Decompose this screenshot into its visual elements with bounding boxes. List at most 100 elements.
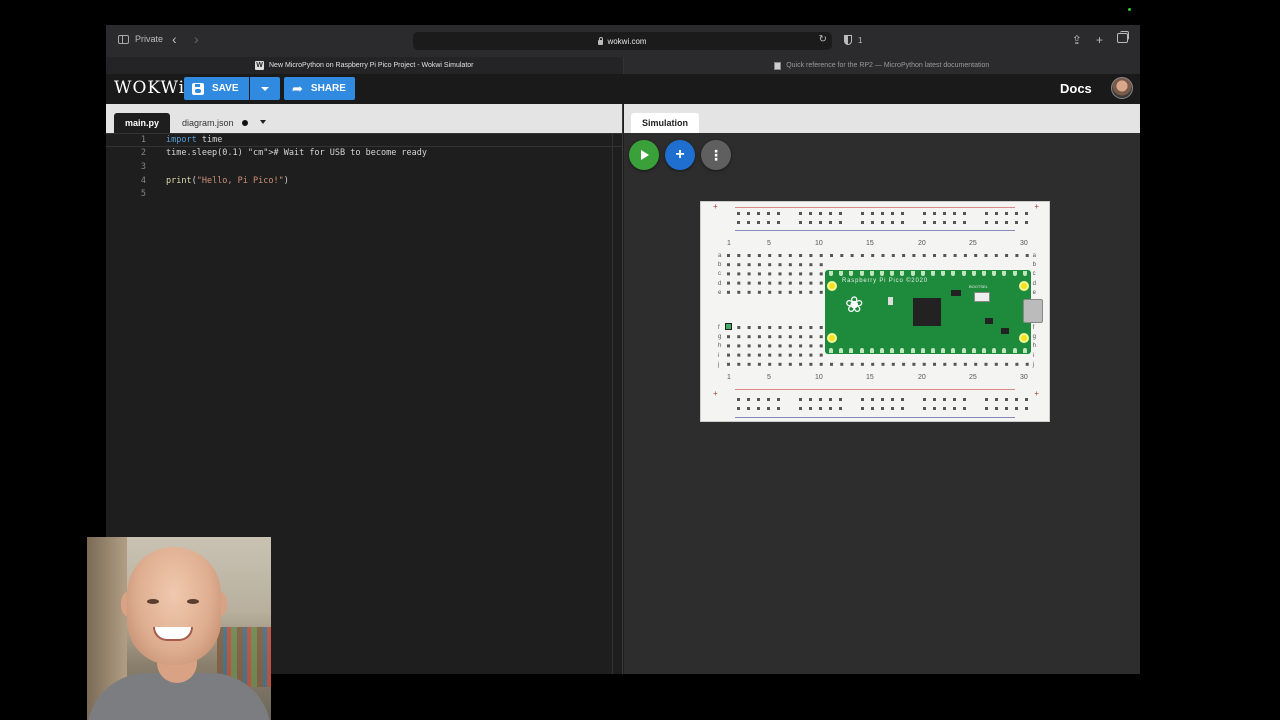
breadboard-hole[interactable]: [963, 221, 966, 224]
pico-pin[interactable]: [900, 271, 905, 276]
breadboard-hole[interactable]: [778, 281, 782, 285]
breadboard-hole[interactable]: [840, 254, 844, 257]
breadboard-hole[interactable]: [737, 254, 741, 257]
breadboard-hole[interactable]: [727, 272, 730, 276]
breadboard-hole[interactable]: [860, 362, 864, 366]
breadboard-hole[interactable]: [757, 398, 760, 401]
breadboard-hole[interactable]: [778, 263, 782, 267]
pico-pin[interactable]: [971, 271, 976, 276]
pico-pin[interactable]: [869, 271, 874, 276]
breadboard-hole[interactable]: [1015, 254, 1019, 257]
privacy-report[interactable]: 1: [844, 35, 862, 45]
breadboard-hole[interactable]: [953, 212, 956, 215]
reload-icon[interactable]: ↻: [819, 34, 827, 45]
breadboard-hole[interactable]: [901, 221, 904, 224]
breadboard-hole[interactable]: [757, 353, 761, 357]
breadboard-hole[interactable]: [737, 335, 741, 339]
breadboard-hole[interactable]: [912, 254, 916, 257]
breadboard-hole[interactable]: [778, 326, 782, 329]
raspberry-pi-pico[interactable]: Raspberry Pi Pico ©2020 ❀ BOOTSEL: [825, 270, 1043, 354]
breadboard-hole[interactable]: [933, 398, 936, 401]
breadboard-hole[interactable]: [922, 254, 926, 257]
breadboard-hole[interactable]: [809, 335, 813, 339]
pico-pin[interactable]: [859, 271, 864, 276]
breadboard-hole[interactable]: [1015, 362, 1019, 366]
breadboard-hole[interactable]: [788, 254, 792, 257]
pico-pin[interactable]: [900, 348, 905, 353]
breadboard-hole[interactable]: [985, 221, 988, 224]
breadboard-hole[interactable]: [830, 362, 833, 366]
breadboard-hole[interactable]: [994, 254, 998, 257]
breadboard-hole[interactable]: [819, 326, 823, 329]
breadboard-hole[interactable]: [1005, 407, 1008, 410]
breadboard-hole[interactable]: [777, 407, 780, 410]
breadboard-hole[interactable]: [871, 362, 875, 366]
breadboard-hole[interactable]: [819, 221, 822, 224]
breadboard-hole[interactable]: [737, 263, 741, 267]
breadboard-hole[interactable]: [799, 281, 803, 285]
breadboard-hole[interactable]: [809, 344, 813, 348]
pico-pin[interactable]: [951, 348, 956, 353]
breadboard-hole[interactable]: [963, 398, 966, 401]
breadboard-hole[interactable]: [891, 362, 895, 366]
breadboard-hole[interactable]: [943, 212, 946, 215]
breadboard-hole[interactable]: [1005, 362, 1009, 366]
breadboard-hole[interactable]: [768, 254, 772, 257]
forward-icon[interactable]: ›: [194, 32, 199, 46]
breadboard-hole[interactable]: [737, 221, 740, 224]
file-menu-caret-icon[interactable]: [260, 120, 266, 124]
pico-pin[interactable]: [920, 348, 925, 353]
breadboard-hole[interactable]: [871, 221, 874, 224]
breadboard-hole[interactable]: [902, 362, 906, 366]
breadboard-hole[interactable]: [737, 326, 741, 329]
pico-pin[interactable]: [869, 348, 874, 353]
breadboard-hole[interactable]: [809, 362, 813, 366]
breadboard-hole[interactable]: [799, 353, 803, 357]
save-dropdown-button[interactable]: [249, 77, 280, 100]
breadboard-hole[interactable]: [799, 398, 802, 401]
pico-pin[interactable]: [982, 271, 987, 276]
breadboard-hole[interactable]: [799, 407, 802, 410]
breadboard-hole[interactable]: [933, 407, 936, 410]
breadboard-hole[interactable]: [819, 335, 823, 339]
breadboard-hole[interactable]: [768, 344, 772, 348]
breadboard-hole[interactable]: [963, 212, 966, 215]
breadboard-hole[interactable]: [943, 221, 946, 224]
tab-overview-icon[interactable]: [1117, 31, 1129, 43]
breadboard-hole[interactable]: [953, 398, 956, 401]
pico-pin[interactable]: [1002, 271, 1007, 276]
breadboard-hole[interactable]: [747, 272, 751, 276]
breadboard-hole[interactable]: [727, 335, 730, 339]
breadboard-hole[interactable]: [953, 362, 957, 366]
breadboard-hole[interactable]: [799, 344, 803, 348]
breadboard-hole[interactable]: [767, 407, 770, 410]
breadboard-hole[interactable]: [985, 212, 988, 215]
breadboard-hole[interactable]: [809, 221, 812, 224]
breadboard-hole[interactable]: [974, 254, 978, 257]
breadboard-hole[interactable]: [1005, 254, 1009, 257]
breadboard-hole[interactable]: [788, 290, 792, 294]
breadboard-hole[interactable]: [799, 335, 803, 339]
breadboard-hole[interactable]: [757, 221, 760, 224]
breadboard-hole[interactable]: [809, 254, 813, 257]
breadboard-hole[interactable]: [943, 398, 946, 401]
code-line[interactable]: 1 import time: [106, 133, 622, 147]
breadboard-hole[interactable]: [747, 362, 751, 366]
breadboard-hole[interactable]: [1025, 212, 1028, 215]
breadboard-hole[interactable]: [881, 407, 884, 410]
breadboard-hole[interactable]: [861, 212, 864, 215]
breadboard-hole[interactable]: [829, 398, 832, 401]
pico-pin[interactable]: [992, 348, 997, 353]
share-sheet-icon[interactable]: ⇪: [1072, 33, 1082, 47]
code-line[interactable]: 3: [106, 160, 622, 174]
breadboard-hole[interactable]: [747, 221, 750, 224]
add-part-button[interactable]: +: [665, 140, 695, 170]
pico-pin[interactable]: [992, 271, 997, 276]
breadboard-hole[interactable]: [933, 221, 936, 224]
breadboard-hole[interactable]: [777, 212, 780, 215]
breadboard-hole[interactable]: [1015, 398, 1018, 401]
breadboard-hole[interactable]: [747, 398, 750, 401]
breadboard-hole[interactable]: [809, 353, 813, 357]
breadboard-hole[interactable]: [768, 362, 772, 366]
pico-pin[interactable]: [839, 271, 844, 276]
